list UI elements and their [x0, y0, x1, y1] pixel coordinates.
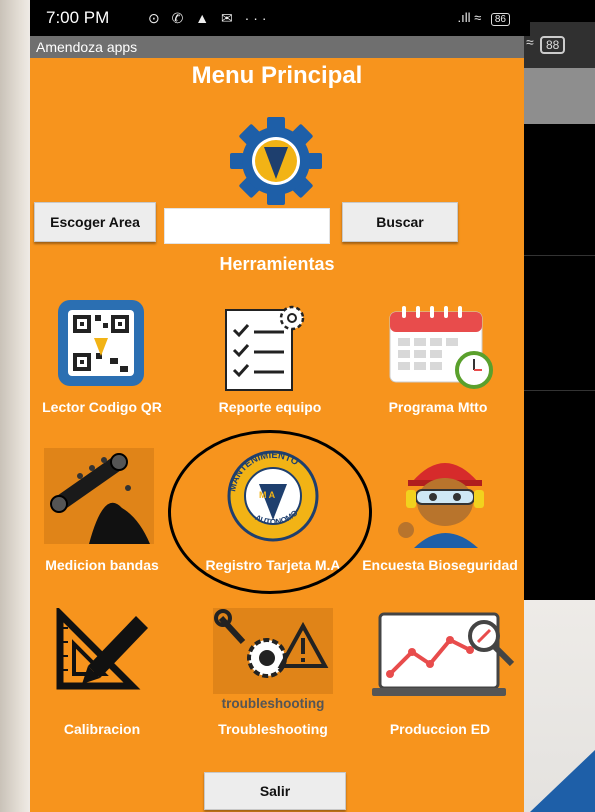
status-time: 7:00 PM: [46, 8, 110, 27]
tile-label: Troubleshooting: [218, 721, 328, 737]
app-window: Amendoza apps Menu Principal Escoger Are…: [30, 36, 524, 812]
checklist-icon: [225, 305, 305, 391]
signal-wifi-icon: .ıll ≈: [457, 10, 482, 25]
app-title-bar: Amendoza apps: [30, 36, 524, 58]
choose-area-button[interactable]: Escoger Area: [34, 202, 156, 242]
wifi-icon: ≈: [526, 34, 534, 50]
qr-code-icon: [58, 300, 144, 386]
background-phone-header: [524, 68, 595, 124]
page-title: Menu Principal: [191, 62, 363, 89]
status-indicators: .ıll ≈ 86: [457, 10, 510, 26]
tools-heading: Herramientas: [219, 254, 335, 274]
exit-button[interactable]: Salir: [204, 772, 346, 810]
safety-worker-icon: [398, 463, 484, 548]
decorative-blue-shape: [530, 750, 595, 812]
monitor-chart-icon: [372, 612, 515, 696]
tile-label: Produccion ED: [389, 721, 491, 737]
troubleshooting-caption: troubleshooting: [221, 696, 325, 711]
tile-label: Lector Codigo QR: [42, 399, 162, 415]
highlight-circle: [168, 430, 372, 594]
tile-label: Reporte equipo: [218, 399, 322, 415]
tile-label: Programa Mtto: [388, 399, 488, 415]
battery-icon: 86: [490, 13, 510, 26]
divider: [524, 255, 595, 256]
search-button[interactable]: Buscar: [342, 202, 458, 242]
troubleshooting-icon: [213, 608, 333, 694]
conveyor-belt-icon: [44, 448, 154, 544]
ruler-pencil-icon: [56, 608, 148, 690]
tile-label: Calibracion: [63, 721, 141, 737]
tile-label: Encuesta Bioseguridad: [362, 557, 518, 573]
background-phone-status-bar: ≈ 88: [524, 22, 595, 68]
tile-label: Medicion bandas: [45, 557, 159, 573]
battery-indicator: 88: [540, 36, 566, 54]
app-title: Amendoza apps: [36, 39, 138, 55]
area-search-input[interactable]: [164, 208, 330, 244]
calendar-icon: [389, 306, 493, 389]
notification-icons: ⊙ ✆ ▲ ✉ ···: [148, 10, 271, 26]
gear-logo-icon: [230, 117, 322, 205]
divider: [524, 390, 595, 391]
status-bar: 7:00 PM ⊙ ✆ ▲ ✉ ··· .ıll ≈ 86: [30, 0, 530, 36]
